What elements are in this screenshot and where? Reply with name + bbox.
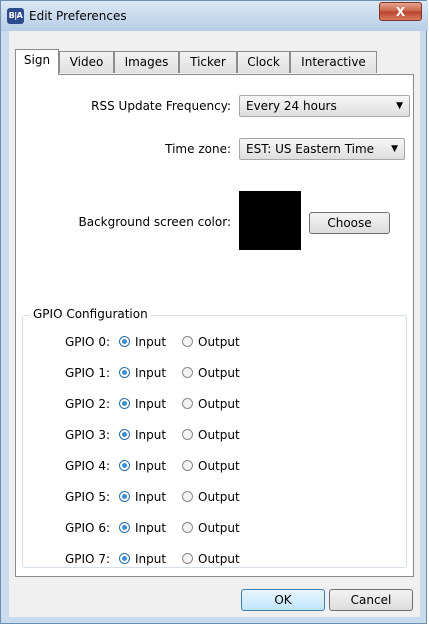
- tab-images[interactable]: Images: [114, 51, 179, 73]
- gpio-output-radio[interactable]: [182, 460, 193, 471]
- gpio-output-label[interactable]: Output: [198, 363, 240, 383]
- gpio-input-radio[interactable]: [119, 460, 130, 471]
- gpio-input-label[interactable]: Input: [135, 549, 166, 569]
- gpio-input-label[interactable]: Input: [135, 425, 166, 445]
- ok-button[interactable]: OK: [241, 589, 325, 611]
- tab-interactive[interactable]: Interactive: [290, 51, 377, 73]
- timezone-label: Time zone:: [165, 142, 231, 156]
- rss-frequency-label: RSS Update Frequency:: [91, 99, 231, 113]
- window-title: Edit Preferences: [29, 9, 127, 23]
- gpio-input-label[interactable]: Input: [135, 487, 166, 507]
- gpio-row: GPIO 7: Input Output: [16, 549, 316, 569]
- gpio-row: GPIO 6: Input Output: [16, 518, 316, 538]
- gpio-output-radio[interactable]: [182, 367, 193, 378]
- gpio-output-label[interactable]: Output: [198, 332, 240, 352]
- gpio-configuration-legend: GPIO Configuration: [30, 307, 151, 321]
- gpio-output-radio[interactable]: [182, 522, 193, 533]
- gpio-output-label[interactable]: Output: [198, 549, 240, 569]
- gpio-label: GPIO 4:: [64, 459, 110, 473]
- edit-preferences-dialog: B|A Edit Preferences X Sign Video Images…: [0, 0, 428, 624]
- gpio-row: GPIO 1: Input Output: [16, 363, 316, 383]
- gpio-label: GPIO 1:: [64, 366, 110, 380]
- rss-frequency-select[interactable]: Every 24 hours ▼: [239, 95, 410, 117]
- gpio-row: GPIO 0: Input Output: [16, 332, 316, 352]
- gpio-label: GPIO 5:: [64, 490, 110, 504]
- gpio-output-label[interactable]: Output: [198, 394, 240, 414]
- choose-color-button[interactable]: Choose: [309, 212, 390, 234]
- timezone-value: EST: US Eastern Time: [246, 142, 375, 156]
- sign-tab-panel: RSS Update Frequency: Every 24 hours ▼ T…: [15, 74, 414, 577]
- gpio-output-radio[interactable]: [182, 429, 193, 440]
- app-logo-icon: B|A: [7, 8, 24, 24]
- cancel-button[interactable]: Cancel: [329, 589, 413, 611]
- gpio-output-radio[interactable]: [182, 553, 193, 564]
- tab-video[interactable]: Video: [59, 51, 114, 73]
- dialog-client-area: Sign Video Images Ticker Clock Interacti…: [9, 31, 420, 617]
- gpio-output-radio[interactable]: [182, 398, 193, 409]
- gpio-row: GPIO 2: Input Output: [16, 394, 316, 414]
- gpio-row: GPIO 3: Input Output: [16, 425, 316, 445]
- dropdown-arrow-icon: ▼: [391, 144, 398, 154]
- gpio-input-label[interactable]: Input: [135, 456, 166, 476]
- gpio-input-radio[interactable]: [119, 398, 130, 409]
- gpio-output-radio[interactable]: [182, 336, 193, 347]
- background-color-label: Background screen color:: [78, 215, 232, 229]
- gpio-input-radio[interactable]: [119, 336, 130, 347]
- dropdown-arrow-icon: ▼: [396, 101, 403, 111]
- rss-frequency-value: Every 24 hours: [246, 99, 337, 113]
- gpio-row: GPIO 5: Input Output: [16, 487, 316, 507]
- gpio-label: GPIO 2:: [64, 397, 110, 411]
- tab-ticker[interactable]: Ticker: [179, 51, 237, 73]
- gpio-input-label[interactable]: Input: [135, 363, 166, 383]
- dialog-footer: OK Cancel: [9, 577, 420, 617]
- gpio-input-label[interactable]: Input: [135, 332, 166, 352]
- gpio-row: GPIO 4: Input Output: [16, 456, 316, 476]
- gpio-input-radio[interactable]: [119, 553, 130, 564]
- tab-clock[interactable]: Clock: [237, 51, 290, 73]
- title-bar[interactable]: B|A Edit Preferences X: [1, 1, 428, 31]
- gpio-input-radio[interactable]: [119, 429, 130, 440]
- gpio-input-radio[interactable]: [119, 491, 130, 502]
- gpio-output-label[interactable]: Output: [198, 456, 240, 476]
- gpio-label: GPIO 3:: [64, 428, 110, 442]
- background-color-swatch: [239, 191, 301, 250]
- close-button[interactable]: X: [379, 2, 422, 21]
- gpio-output-label[interactable]: Output: [198, 518, 240, 538]
- gpio-input-radio[interactable]: [119, 367, 130, 378]
- gpio-input-label[interactable]: Input: [135, 518, 166, 538]
- gpio-label: GPIO 7:: [64, 552, 110, 566]
- gpio-output-label[interactable]: Output: [198, 425, 240, 445]
- gpio-label: GPIO 6:: [64, 521, 110, 535]
- timezone-select[interactable]: EST: US Eastern Time ▼: [239, 138, 405, 160]
- gpio-output-radio[interactable]: [182, 491, 193, 502]
- tab-sign[interactable]: Sign: [15, 49, 59, 75]
- gpio-input-label[interactable]: Input: [135, 394, 166, 414]
- gpio-input-radio[interactable]: [119, 522, 130, 533]
- gpio-label: GPIO 0:: [64, 335, 110, 349]
- gpio-output-label[interactable]: Output: [198, 487, 240, 507]
